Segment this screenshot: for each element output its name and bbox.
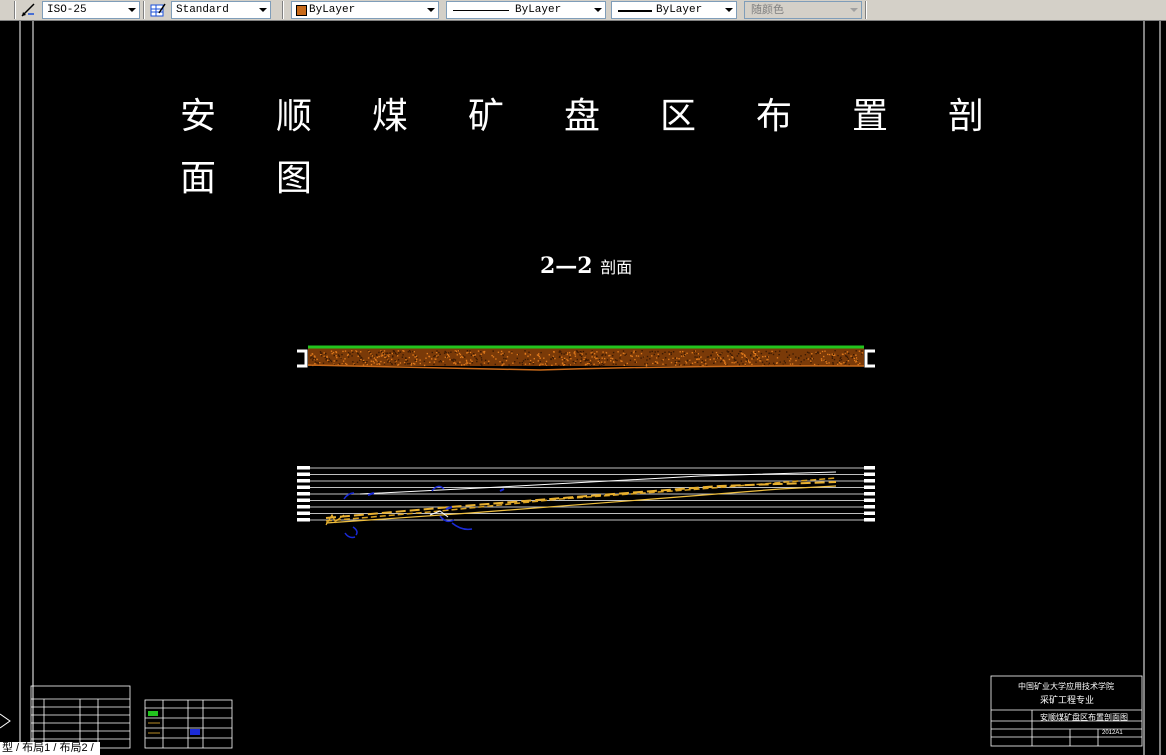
left-bracket	[297, 349, 308, 368]
elevation-tick	[297, 518, 310, 522]
elevation-tick	[297, 492, 310, 496]
chevron-down-icon[interactable]	[256, 2, 270, 18]
section-suffix: 剖面	[600, 258, 633, 277]
lower-section	[297, 466, 875, 539]
elevation-tick	[864, 505, 875, 509]
dimension-style-select[interactable]: ISO-25	[42, 1, 140, 19]
drawing-canvas[interactable]: 安 顺 煤 矿 盘 区 布 置 剖 面 图 2—2 剖面 中国矿业大学应用技术学…	[0, 21, 1166, 755]
plot-style-select: 随颜色	[744, 1, 862, 19]
table-style-select[interactable]: Standard	[171, 1, 271, 19]
dimension-style-icon[interactable]	[20, 2, 36, 18]
elevation-tick	[864, 492, 875, 496]
linetype-value: ByLayer	[515, 4, 562, 16]
title-char: 矿	[468, 96, 505, 137]
layout-tabs: 型 / 布局1 / 布局2 /	[0, 742, 100, 755]
lineweight-value: ByLayer	[656, 4, 703, 16]
chevron-down-icon[interactable]	[591, 2, 605, 18]
linetype-preview-icon	[453, 10, 509, 11]
elevation-tick	[297, 485, 310, 489]
chevron-down-icon[interactable]	[424, 2, 438, 18]
title-block-number: 2012A1	[1102, 730, 1123, 736]
toolbar-separator	[143, 1, 145, 19]
linetype-select[interactable]: ByLayer	[446, 1, 606, 19]
section-title: 2—2 剖面	[540, 253, 632, 279]
title-char: 布	[756, 96, 793, 137]
title-block-drawing-name: 安顺煤矿盘区布置剖面图	[1040, 713, 1128, 722]
tab-separator: /	[87, 742, 94, 754]
lineweight-preview-icon	[618, 10, 652, 12]
elevation-tick	[297, 505, 310, 509]
chevron-down-icon[interactable]	[722, 2, 736, 18]
right-bracket	[864, 349, 875, 368]
lineweight-select[interactable]: ByLayer	[611, 1, 737, 19]
title-char: 面	[180, 158, 217, 199]
dimension-style-value: ISO-25	[47, 4, 87, 16]
title-char: 区	[660, 96, 697, 137]
title-char: 煤	[372, 96, 409, 137]
tab-model[interactable]: 型	[2, 742, 13, 754]
color-swatch-icon	[296, 5, 307, 16]
toolbar-separator	[14, 1, 16, 19]
elevation-tick	[864, 485, 875, 489]
title-char: 剖	[948, 96, 985, 137]
table-style-icon[interactable]	[150, 2, 166, 18]
elevation-tick	[864, 518, 875, 522]
table-style-value: Standard	[176, 4, 229, 16]
title-char: 盘	[564, 96, 601, 137]
tab-separator: /	[13, 742, 23, 754]
elevation-tick	[297, 472, 310, 476]
legend-table-2	[144, 699, 233, 749]
legend-table-1	[30, 685, 131, 749]
elevation-tick	[297, 479, 310, 483]
elevation-tick	[864, 498, 875, 502]
elevation-tick	[864, 466, 875, 470]
toolbar-separator	[865, 1, 867, 19]
section-label: 2—2	[540, 253, 593, 279]
tab-layout1[interactable]: 布局1	[22, 742, 50, 754]
elevation-tick	[297, 466, 310, 470]
chevron-down-icon	[847, 2, 861, 18]
elevation-tick	[864, 511, 875, 515]
plot-style-value: 随颜色	[751, 3, 784, 16]
upper-section	[297, 345, 875, 371]
title-char: 置	[852, 96, 889, 137]
elevation-tick	[297, 498, 310, 502]
chevron-down-icon[interactable]	[125, 2, 139, 18]
title-char: 顺	[276, 96, 313, 137]
elevation-tick	[864, 472, 875, 476]
title-block-major: 采矿工程专业	[1040, 695, 1095, 705]
color-value: ByLayer	[309, 4, 356, 16]
title-char: 图	[276, 158, 313, 199]
title-block-school: 中国矿业大学应用技术学院	[1018, 682, 1114, 691]
ucs-icon	[0, 713, 11, 729]
tab-layout2[interactable]: 布局2	[59, 742, 87, 754]
color-select[interactable]: ByLayer	[291, 1, 439, 19]
toolbar-separator	[282, 1, 284, 19]
elevation-tick	[864, 479, 875, 483]
properties-toolbar: ISO-25 Standard ByLayer ByLayer ByLayer …	[0, 0, 1166, 21]
title-char: 安	[180, 96, 217, 137]
elevation-tick	[297, 511, 310, 515]
